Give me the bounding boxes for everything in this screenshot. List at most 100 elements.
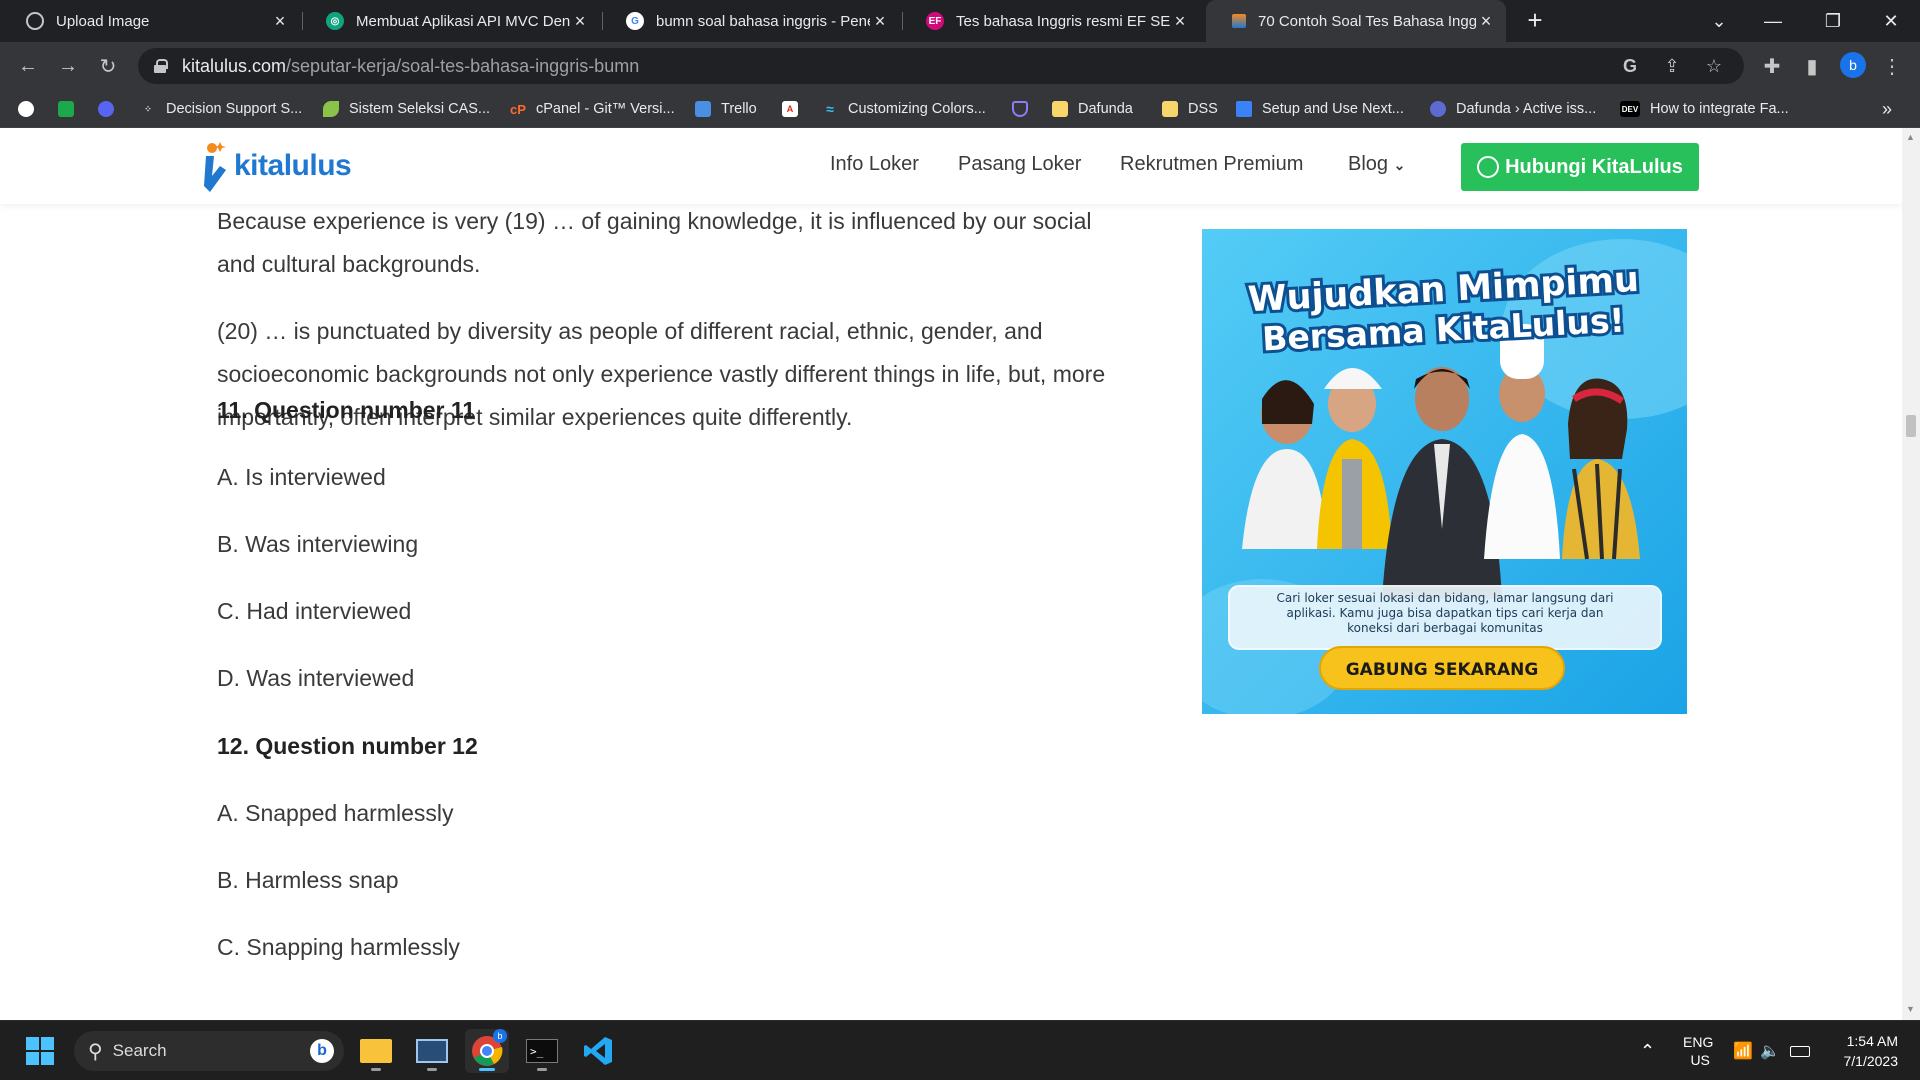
file-explorer-icon[interactable]	[354, 1029, 398, 1073]
nav-blog-label: Blog	[1348, 153, 1389, 175]
bookmark-label: Customizing Colors...	[848, 101, 986, 117]
google-lens-icon[interactable]: G	[1616, 52, 1644, 80]
lock-icon[interactable]	[154, 59, 168, 73]
wifi-icon[interactable]: 📶	[1733, 1021, 1753, 1080]
bookmark-sistem-seleksi[interactable]: Sistem Seleksi CAS...	[323, 98, 490, 120]
language-indicator[interactable]: ENG US	[1683, 1021, 1713, 1080]
clock[interactable]: 1:54 AM 7/1/2023	[1836, 1021, 1899, 1080]
new-tab-button[interactable]: +	[1520, 6, 1550, 36]
battery-icon[interactable]	[1790, 1021, 1810, 1080]
bookmark-dafunda-active[interactable]: Dafunda › Active iss...	[1430, 98, 1596, 120]
scroll-down-arrow[interactable]: ▼	[1906, 1004, 1915, 1014]
battery-shape	[1790, 1045, 1810, 1057]
bookmark-label: cPanel - Git™ Versi...	[536, 101, 675, 117]
bookmark-label: Setup and Use Next...	[1262, 101, 1404, 117]
tab-title: Upload Image	[56, 12, 150, 30]
nav-blog[interactable]: Blog ⌄	[1348, 153, 1405, 176]
close-icon[interactable]: ×	[1476, 11, 1496, 32]
question-12-heading: 12. Question number 12	[217, 733, 478, 759]
bookmark-github[interactable]	[18, 98, 44, 120]
windows-taskbar: ⚲ Search b b >_ ⌃ ENG US 📶 🔈 1:54 AM 7/1…	[0, 1020, 1920, 1080]
bookmark-how-to-integrate[interactable]: DEV How to integrate Fa...	[1620, 98, 1789, 120]
option-11-a: A. Is interviewed	[217, 464, 386, 490]
nav-pasang-loker[interactable]: Pasang Loker	[958, 153, 1081, 176]
region-code: US	[1690, 1052, 1710, 1068]
restore-button[interactable]: ❐	[1808, 0, 1858, 42]
ad-cta-button: GABUNG SEKARANG	[1346, 660, 1539, 680]
nav-info-loker[interactable]: Info Loker	[830, 153, 919, 176]
bookmark-adobe[interactable]: A	[782, 98, 808, 120]
menu-icon[interactable]: ⋮	[1876, 50, 1908, 82]
extensions-icon[interactable]: ✚	[1756, 50, 1788, 82]
bookmark-label: How to integrate Fa...	[1650, 101, 1789, 117]
scroll-thumb[interactable]	[1906, 415, 1916, 437]
bookmark-dss[interactable]: DSS	[1162, 98, 1218, 120]
bookmark-decision-support[interactable]: ⁘ Decision Support S...	[140, 98, 302, 120]
running-indicator	[371, 1068, 381, 1071]
scroll-up-arrow[interactable]: ▲	[1906, 132, 1915, 142]
tab-search-icon[interactable]: ⌄	[1694, 0, 1744, 42]
tab-google-search[interactable]: G bumn soal bahasa inggris - Penel ×	[600, 0, 900, 42]
github-icon	[18, 101, 34, 117]
hubungi-kitalulus-button[interactable]: Hubungi KitaLulus	[1461, 143, 1699, 191]
side-panel-icon[interactable]: ▮	[1796, 50, 1828, 82]
chrome-icon[interactable]: b	[465, 1029, 509, 1073]
tray-chevron-icon[interactable]: ⌃	[1640, 1021, 1655, 1080]
kitalulus-logo-icon	[204, 142, 226, 192]
cta-label: Hubungi KitaLulus	[1505, 155, 1683, 178]
bookmark-customizing-colors[interactable]: ≈ Customizing Colors...	[822, 98, 986, 120]
bookmark-dafunda[interactable]: Dafunda	[1052, 98, 1133, 120]
tailwind-icon: ≈	[826, 101, 834, 117]
tab-upload-image[interactable]: Upload Image ×	[0, 0, 300, 42]
google-icon: G	[626, 12, 644, 30]
running-indicator	[479, 1068, 495, 1071]
close-icon[interactable]: ×	[270, 11, 290, 32]
bookmark-trello[interactable]: Trello	[695, 98, 757, 120]
page-scrollbar[interactable]: ▲ ▼	[1902, 128, 1920, 1020]
close-icon[interactable]: ×	[570, 11, 590, 32]
nav-rekrutmen-premium[interactable]: Rekrutmen Premium	[1120, 153, 1303, 176]
bookmark-label: Decision Support S...	[166, 101, 303, 117]
dev-icon: DEV	[1620, 101, 1640, 117]
linear-icon	[1430, 101, 1446, 117]
close-icon[interactable]: ×	[870, 11, 890, 32]
close-icon[interactable]: ×	[1170, 11, 1190, 32]
bookmark-star-icon[interactable]: ☆	[1700, 52, 1728, 80]
bookmark-green-app[interactable]	[58, 98, 84, 120]
address-bar[interactable]: kitalulus.com/seputar-kerja/soal-tes-bah…	[138, 48, 1744, 84]
tab-strip: Upload Image × ◎ Membuat Aplikasi API MV…	[0, 0, 1920, 42]
vscode-icon[interactable]	[576, 1029, 620, 1073]
back-icon[interactable]: ←	[12, 50, 44, 82]
terminal-icon[interactable]: >_	[520, 1029, 564, 1073]
bookmark-discord[interactable]	[98, 98, 124, 120]
language-code: ENG	[1683, 1034, 1714, 1050]
tab-efset[interactable]: EF Tes bahasa Inggris resmi EF SET | ×	[900, 0, 1200, 42]
share-icon[interactable]: ⇪	[1658, 52, 1686, 80]
reload-icon[interactable]: ↻	[92, 50, 124, 82]
folder-icon	[1162, 101, 1178, 117]
logo-text: kitalulus	[234, 149, 352, 182]
taskbar-search[interactable]: ⚲ Search b	[74, 1031, 344, 1071]
close-window-button[interactable]: ✕	[1866, 0, 1916, 42]
bookmark-cpanel[interactable]: cP cPanel - Git™ Versi...	[510, 98, 675, 120]
bookmarks-bar: ⁘ Decision Support S... Sistem Seleksi CA…	[0, 90, 1920, 128]
paragraph-19: Because experience is very (19) … of gai…	[217, 208, 1092, 277]
kitalulus-ad-banner[interactable]: Wujudkan Mimpimu Bersama KitaLulus! GABU…	[1202, 229, 1687, 714]
volume-icon[interactable]: 🔈	[1760, 1021, 1780, 1080]
green-app-icon	[58, 101, 74, 117]
monitor-app-icon[interactable]	[410, 1029, 454, 1073]
adobe-icon: A	[782, 101, 798, 117]
profile-avatar[interactable]: b	[1840, 52, 1866, 78]
bookmark-shield[interactable]	[1012, 98, 1038, 120]
minimize-button[interactable]: —	[1748, 0, 1798, 42]
bookmark-setup-next[interactable]: Setup and Use Next...	[1236, 98, 1404, 120]
monitor-icon	[1236, 101, 1252, 117]
option-11-b: B. Was interviewing	[217, 531, 419, 557]
terminal-shape: >_	[526, 1039, 558, 1063]
tab-kitalulus[interactable]: 70 Contoh Soal Tes Bahasa Inggri ×	[1206, 0, 1506, 42]
tab-membuat-aplikasi[interactable]: ◎ Membuat Aplikasi API MVC Denc ×	[300, 0, 600, 42]
windows-start-icon[interactable]	[18, 1029, 62, 1073]
bookmarks-overflow-button[interactable]: »	[1882, 98, 1892, 120]
kitalulus-logo[interactable]: kitalulus	[200, 136, 352, 196]
forward-icon[interactable]: →	[52, 50, 84, 82]
